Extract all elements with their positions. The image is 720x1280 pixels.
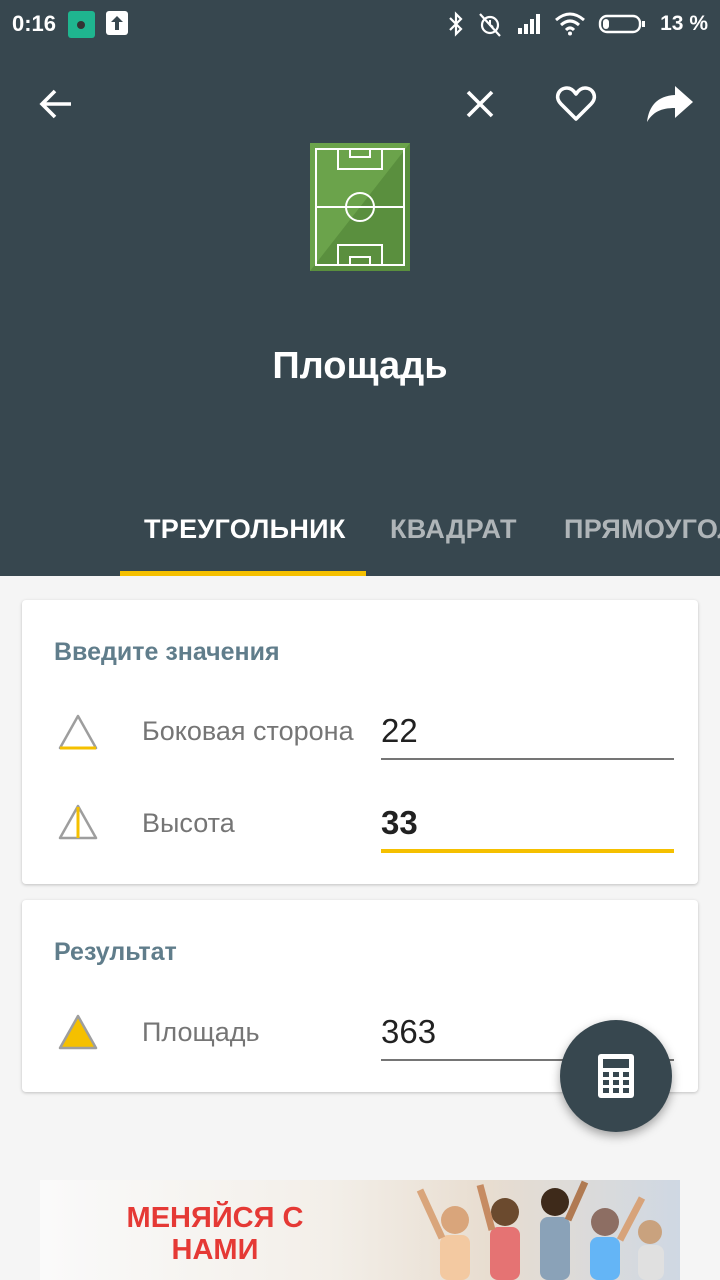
app-notification-icon: [68, 11, 95, 38]
ad-people-image: [416, 1180, 664, 1280]
status-bar: 0:16 13 %: [0, 0, 720, 50]
status-icons: 13 %: [448, 8, 708, 40]
share-icon: [647, 86, 693, 122]
tab-bar: ТРЕУГОЛЬНИК КВАДРАТ ПРЯМОУГОЛ: [0, 490, 720, 576]
triangle-base-icon: [58, 714, 98, 750]
wifi-icon: [555, 12, 586, 36]
triangle-height-icon: [58, 804, 98, 840]
back-arrow-icon: [39, 89, 71, 119]
tab-square[interactable]: КВАДРАТ: [390, 490, 517, 576]
ad-banner[interactable]: МЕНЯЙСЯ С НАМИ: [40, 1180, 680, 1280]
tab-rectangle[interactable]: ПРЯМОУГОЛ: [564, 490, 720, 576]
side-label: Боковая сторона: [142, 716, 354, 746]
side-input[interactable]: 22: [381, 712, 674, 750]
input-card-title: Введите значения: [54, 638, 280, 666]
close-icon: [466, 90, 494, 118]
ad-text: МЕНЯЙСЯ С НАМИ: [110, 1202, 320, 1266]
back-button[interactable]: [28, 76, 84, 132]
status-time: 0:16: [12, 11, 57, 36]
battery-percent: 13 %: [660, 12, 708, 35]
battery-icon: [598, 14, 646, 34]
calculate-button[interactable]: [560, 1020, 672, 1132]
favorite-button[interactable]: [548, 76, 604, 132]
soccer-field-icon: [310, 143, 410, 271]
input-card: Введите значения Боковая сторона 22 Высо…: [22, 600, 698, 884]
tab-indicator: [120, 571, 366, 576]
ad-line-1: МЕНЯЙСЯ С: [126, 1202, 304, 1234]
bluetooth-icon: [449, 11, 463, 37]
area-label: Площадь: [142, 1017, 260, 1047]
alarm-off-icon: [479, 13, 501, 37]
share-button[interactable]: [642, 76, 698, 132]
signal-icon: [518, 14, 541, 34]
triangle-filled-icon: [58, 1014, 98, 1050]
tab-triangle[interactable]: ТРЕУГОЛЬНИК: [144, 490, 346, 576]
height-input-underline: [381, 849, 674, 853]
result-card-title: Результат: [54, 938, 177, 966]
app-header: 0:16 13 % Площадь ТРЕУГОЛЬНИК КВАДРАТ ПР…: [0, 0, 720, 576]
page-title: Площадь: [272, 345, 448, 387]
heart-icon: [555, 86, 597, 121]
height-label: Высота: [142, 808, 235, 838]
height-input[interactable]: 33: [381, 804, 674, 842]
upload-icon: [106, 11, 128, 35]
calculator-icon: [598, 1054, 634, 1098]
side-input-underline: [381, 758, 674, 760]
ad-line-2: НАМИ: [171, 1234, 259, 1266]
close-button[interactable]: [452, 76, 508, 132]
